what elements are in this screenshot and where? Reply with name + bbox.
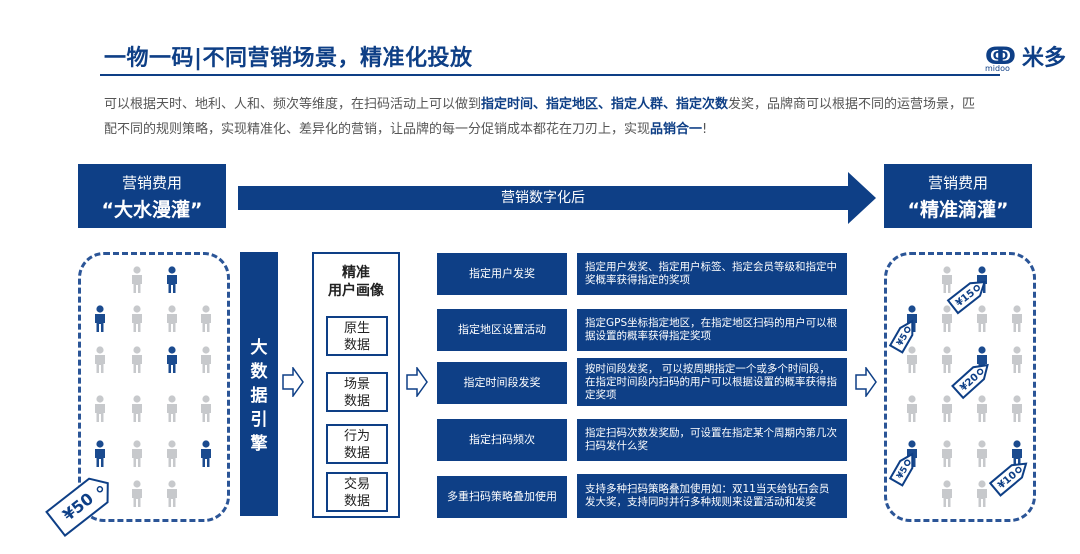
person-icon [940,440,954,468]
portrait-item-behavior: 行为 数据 [326,424,388,464]
person-icon [130,305,144,333]
person-icon [940,346,954,374]
person-icon [199,440,213,468]
portrait-item-scene: 场景 数据 [326,372,388,412]
person-icon [975,480,989,508]
rule-name: 指定用户发奖 [437,253,567,295]
rule-name: 多重扫码策略叠加使用 [437,476,567,518]
person-icon [130,266,144,294]
person-icon [93,346,107,374]
precise-marketing-box: 营销费用 “精准滴灌” [884,164,1032,228]
person-icon [1010,395,1024,423]
person-icon [199,305,213,333]
person-icon [130,395,144,423]
user-portrait-panel: 精准 用户画像 原生 数据 场景 数据 行为 数据 交易 数据 [312,252,400,518]
person-icon [130,346,144,374]
person-icon [199,346,213,374]
person-icon [165,480,179,508]
arrow-head-icon [848,172,876,224]
person-icon [165,305,179,333]
person-icon [165,346,179,374]
person-icon [130,440,144,468]
person-icon [93,440,107,468]
rule-name: 指定地区设置活动 [437,309,567,351]
hollow-arrow-icon [406,367,428,397]
portrait-title: 精准 用户画像 [328,265,384,299]
rule-detail: 指定扫码次数发奖励，可设置在指定某个周期内第几次扫码发什么奖 [577,419,847,461]
logo-subtext: midoo [985,64,1010,73]
logo-text: 米多 [1021,46,1066,71]
engine-label: 大数据引擎 [250,338,268,454]
title-divider [100,74,1000,76]
hollow-arrow-icon [282,367,304,397]
person-icon [1010,346,1024,374]
big-data-engine: 大数据引擎 [240,252,278,516]
portrait-item-native: 原生 数据 [326,316,388,356]
person-icon [1010,305,1024,333]
person-icon [940,395,954,423]
person-icon [165,440,179,468]
brand-logo: ↂ 米多 midoo [985,40,1066,73]
digitalization-arrow: 营销数字化后 [238,186,848,210]
person-icon [905,395,919,423]
person-icon [199,395,213,423]
description: 可以根据天时、地利、人和、频次等维度，在扫码活动上可以做到指定时间、指定地区、指… [104,97,976,137]
rule-detail: 指定GPS坐标指定地区，在指定地区扫码的用户可以根据设置的概率获得指定奖项 [577,309,847,351]
rule-name: 指定扫码频次 [437,419,567,461]
hollow-arrow-icon [855,367,877,397]
person-icon [975,305,989,333]
rule-detail: 支持多种扫码策略叠加使用如：双11当天给钻石会员发大奖，支持同时并行多种规则来设… [577,474,847,518]
rule-name: 指定时间段发奖 [437,362,567,404]
person-icon [165,395,179,423]
rule-detail: 指定用户发奖、指定用户标签、指定会员等级和指定中奖概率获得指定的奖项 [577,253,847,295]
person-icon [940,266,954,294]
portrait-item-transaction: 交易 数据 [326,472,388,512]
person-icon [975,440,989,468]
person-icon [130,480,144,508]
broad-marketing-box: 营销费用 “大水漫灌” [78,164,226,228]
page-title: 一物一码|不同营销场景，精准化投放 [104,46,473,71]
person-icon [165,266,179,294]
person-icon [93,305,107,333]
person-icon [93,395,107,423]
rule-detail: 按时间段发奖， 可以按周期指定一个或多个时间段，在指定时间段内扫码的用户可以根据… [577,358,847,406]
person-icon [940,480,954,508]
person-icon [975,395,989,423]
